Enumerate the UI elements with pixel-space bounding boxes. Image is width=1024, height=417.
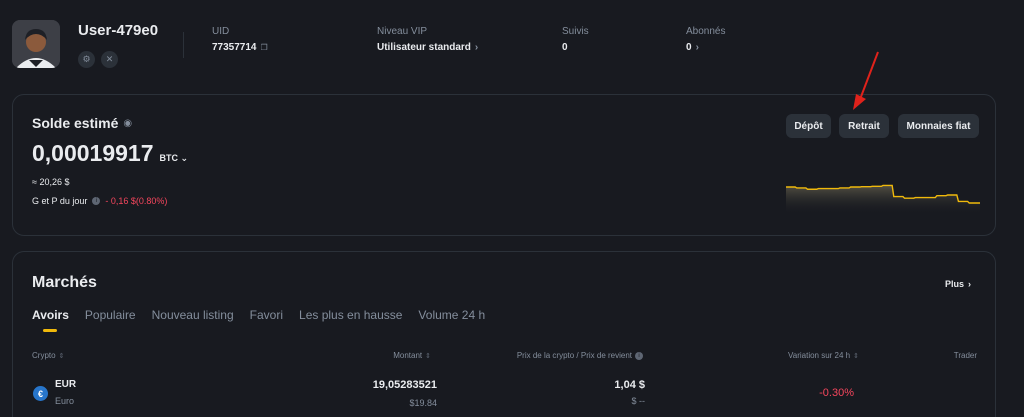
annotation-arrow-icon [853, 51, 879, 110]
coin-name: Euro [55, 396, 75, 406]
settings-icon[interactable]: ⚙ [78, 51, 95, 68]
copy-icon[interactable]: ❐ [261, 43, 268, 52]
info-icon[interactable]: i [92, 197, 101, 205]
coin-symbol: EUR [55, 379, 77, 390]
tab-popular[interactable]: Populaire [85, 308, 136, 332]
holding-amount-fiat: $19.84 [409, 398, 437, 408]
balance-amount: 0,00019917 [32, 140, 154, 166]
tab-top-gainers[interactable]: Les plus en hausse [299, 308, 402, 332]
pnl-label: G et P du jour [32, 196, 88, 206]
coin-price: 1,04 $ [614, 379, 645, 391]
column-header-amount[interactable]: Montant ⇕ [393, 351, 431, 360]
chevron-right-icon: › [474, 42, 479, 53]
uid-stat: UID 77357714 ❐ [212, 26, 268, 53]
followers-value: 0 [686, 42, 692, 53]
fiat-button[interactable]: Monnaies fiat [898, 114, 979, 138]
balance-fiat: ≈ 20,26 $ [32, 177, 70, 187]
holding-amount: 19,05283521 [372, 379, 437, 391]
vip-stat[interactable]: Niveau VIP Utilisateur standard › [377, 26, 478, 53]
tab-new-listing[interactable]: Nouveau listing [152, 308, 234, 332]
withdraw-button[interactable]: Retrait [839, 114, 889, 138]
column-header-change[interactable]: Variation sur 24 h ⇕ [788, 351, 859, 360]
cost-price: $ -- [631, 396, 646, 406]
balance-card: Solde estimé ◉ 0,00019917 BTC ⌄ ≈ 20,26 … [12, 94, 996, 236]
uid-value: 77357714 [212, 42, 257, 53]
market-tabs: Avoirs Populaire Nouveau listing Favori … [32, 308, 485, 332]
tab-favorites[interactable]: Favori [250, 308, 283, 332]
more-link[interactable]: Plus › [945, 279, 971, 289]
table-row[interactable]: € EUR Euro 19,05283521 $19.84 1,04 $ $ -… [13, 374, 997, 414]
tab-holdings[interactable]: Avoirs [32, 308, 69, 332]
vip-value: Utilisateur standard [377, 42, 471, 53]
info-icon[interactable]: i [635, 351, 643, 360]
sort-icon: ⇕ [58, 352, 65, 360]
chevron-down-icon: ⌄ [180, 153, 189, 163]
change-24h: -0.30% [819, 387, 854, 399]
balance-title: Solde estimé [32, 115, 119, 131]
username: User-479e0 [78, 22, 159, 39]
sort-icon: ⇕ [425, 352, 431, 360]
markets-card: Marchés Plus › Avoirs Populaire Nouveau … [12, 251, 996, 417]
column-header-trade: Trader [953, 351, 977, 360]
chevron-right-icon: › [968, 279, 971, 289]
divider [183, 32, 184, 58]
following-stat: Suivis 0 [562, 26, 589, 53]
avatar[interactable] [12, 20, 60, 68]
deposit-button[interactable]: Dépôt [786, 114, 831, 138]
column-header-crypto[interactable]: Crypto ⇕ [32, 351, 64, 360]
following-value: 0 [562, 42, 568, 53]
pnl-value: - 0,16 $(0.80%) [105, 196, 168, 206]
column-header-price: Prix de la crypto / Prix de revient i [517, 351, 643, 360]
euro-coin-icon: € [33, 386, 48, 401]
currency-selector[interactable]: BTC ⌄ [160, 153, 189, 164]
x-twitter-icon[interactable]: ✕ [101, 51, 118, 68]
balance-sparkline [786, 184, 980, 215]
avatar-image [12, 20, 60, 68]
markets-title: Marchés [32, 274, 97, 291]
chevron-right-icon: › [695, 42, 699, 53]
sort-icon: ⇕ [853, 352, 859, 360]
followers-stat[interactable]: Abonnés 0 › [686, 26, 725, 53]
eye-icon[interactable]: ◉ [123, 118, 132, 129]
tab-volume-24h[interactable]: Volume 24 h [418, 308, 485, 332]
